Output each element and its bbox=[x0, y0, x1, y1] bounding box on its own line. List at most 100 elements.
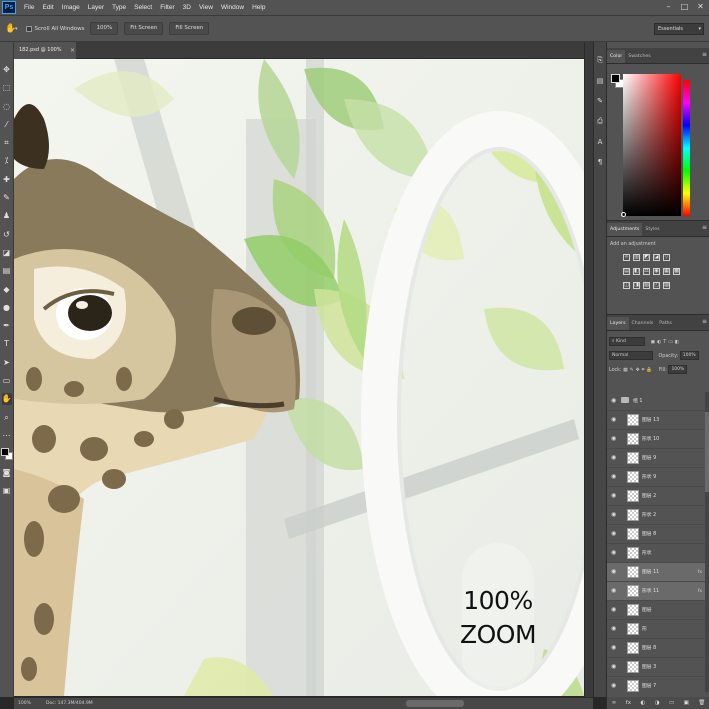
eyedropper-tool-icon[interactable]: ⁒ bbox=[2, 155, 12, 167]
workspace-select[interactable]: Essentials ▾ bbox=[654, 23, 704, 35]
new-group-icon[interactable]: ▭ bbox=[669, 700, 674, 706]
rectangle-tool-icon[interactable]: ▭ bbox=[2, 375, 12, 387]
delete-layer-icon[interactable]: 🗑 bbox=[698, 700, 705, 706]
layer-row[interactable]: ◉ 图层 13 bbox=[607, 411, 709, 430]
menu-layer[interactable]: Layer bbox=[84, 4, 108, 11]
layer-row[interactable]: ◉ 图层 7 bbox=[607, 677, 709, 692]
fill-screen-button[interactable]: Fill Screen bbox=[169, 22, 210, 35]
visibility-eye-icon[interactable]: ◉ bbox=[611, 625, 617, 633]
foreground-background-swatch[interactable] bbox=[0, 448, 13, 461]
history-panel-icon[interactable]: ⎘ bbox=[595, 56, 605, 65]
tab-channels[interactable]: Channels bbox=[629, 317, 657, 330]
visibility-eye-icon[interactable]: ◉ bbox=[611, 644, 617, 652]
layer-filter-select[interactable]: ⌕ Kind bbox=[609, 337, 645, 346]
layer-row[interactable]: ◉ 图层 3 bbox=[607, 658, 709, 677]
menu-view[interactable]: View bbox=[195, 4, 217, 11]
layer-row[interactable]: ◉ 组 1 bbox=[607, 392, 709, 411]
posterize-icon[interactable]: ◨ bbox=[633, 282, 640, 289]
clone-stamp-tool-icon[interactable]: ♟ bbox=[2, 210, 12, 222]
layer-style-icon[interactable]: fx bbox=[626, 700, 631, 706]
zoom-tool-icon[interactable]: ⌕ bbox=[2, 412, 12, 424]
visibility-eye-icon[interactable]: ◉ bbox=[611, 473, 617, 481]
layer-row[interactable]: ◉ 图层 11 fx bbox=[607, 563, 709, 582]
clone-source-panel-icon[interactable]: ⎙ bbox=[595, 117, 605, 126]
lasso-tool-icon[interactable]: ◌ bbox=[2, 101, 12, 113]
blur-tool-icon[interactable]: ◆ bbox=[2, 284, 12, 296]
adjustment-layer-icon[interactable]: ◑ bbox=[655, 700, 660, 706]
panel-menu-icon[interactable]: ≡ bbox=[702, 224, 707, 231]
visibility-eye-icon[interactable]: ◉ bbox=[611, 606, 617, 614]
visibility-eye-icon[interactable]: ◉ bbox=[611, 663, 617, 671]
tab-paths[interactable]: Paths bbox=[656, 317, 675, 330]
brush-panel-icon[interactable]: ✎ bbox=[595, 97, 605, 105]
menu-filter[interactable]: Filter bbox=[156, 4, 178, 11]
gradient-map-icon[interactable]: ▨ bbox=[663, 282, 670, 289]
link-layers-icon[interactable]: ∞ bbox=[612, 700, 617, 706]
hue-saturation-icon[interactable]: ▤ bbox=[623, 268, 630, 275]
menu-window[interactable]: Window bbox=[217, 4, 248, 11]
layer-filter-icons[interactable]: ▣◐T▭◧ bbox=[651, 340, 682, 345]
document-canvas[interactable]: 100% ZOOM bbox=[14, 59, 584, 696]
minimize-button[interactable]: – bbox=[664, 2, 673, 12]
crop-tool-icon[interactable]: ⌗ bbox=[2, 137, 12, 149]
pen-tool-icon[interactable]: ✒ bbox=[2, 320, 12, 332]
eraser-tool-icon[interactable]: ◪ bbox=[2, 247, 12, 259]
gradient-tool-icon[interactable]: ▤ bbox=[2, 265, 12, 277]
visibility-eye-icon[interactable]: ◉ bbox=[611, 682, 617, 690]
menu-select[interactable]: Select bbox=[130, 4, 156, 11]
character-panel-icon[interactable]: A bbox=[595, 138, 605, 146]
close-tab-icon[interactable]: × bbox=[70, 42, 75, 59]
quick-mask-icon[interactable]: ◙ bbox=[2, 467, 12, 479]
healing-brush-tool-icon[interactable]: ✚ bbox=[2, 174, 12, 186]
levels-icon[interactable]: ▥ bbox=[633, 254, 640, 261]
foreground-color[interactable] bbox=[0, 448, 9, 457]
path-select-tool-icon[interactable]: ➤ bbox=[2, 357, 12, 369]
layer-row[interactable]: ◉ 形状 2 bbox=[607, 506, 709, 525]
zoom-100-button[interactable]: 100% bbox=[90, 22, 119, 35]
history-brush-tool-icon[interactable]: ↺ bbox=[2, 229, 12, 241]
tab-layers[interactable]: Layers bbox=[607, 317, 629, 330]
visibility-eye-icon[interactable]: ◉ bbox=[611, 416, 617, 424]
menu-image[interactable]: Image bbox=[58, 4, 84, 11]
status-zoom-level[interactable]: 100% bbox=[18, 698, 31, 709]
move-tool-icon[interactable]: ✥ bbox=[2, 64, 12, 76]
layer-row[interactable]: ◉ 图层 9 bbox=[607, 449, 709, 468]
brightness-contrast-icon[interactable]: ☼ bbox=[623, 254, 630, 261]
menu-file[interactable]: File bbox=[20, 4, 38, 11]
layer-row[interactable]: ◉ 图层 8 bbox=[607, 639, 709, 658]
exposure-icon[interactable]: ◪ bbox=[653, 254, 660, 261]
visibility-eye-icon[interactable]: ◉ bbox=[611, 549, 617, 557]
fit-screen-button[interactable]: Fit Screen bbox=[124, 22, 164, 35]
channel-mixer-icon[interactable]: ▦ bbox=[663, 268, 670, 275]
menu-3d[interactable]: 3D bbox=[179, 4, 195, 11]
fill-input[interactable]: 100% bbox=[668, 365, 688, 374]
black-white-icon[interactable]: ⚖ bbox=[643, 268, 650, 275]
layer-row[interactable]: ◉ 形状 bbox=[607, 544, 709, 563]
close-window-button[interactable]: ✕ bbox=[696, 2, 705, 12]
threshold-icon[interactable]: ▧ bbox=[643, 282, 650, 289]
visibility-eye-icon[interactable]: ◉ bbox=[611, 454, 617, 462]
color-balance-icon[interactable]: ◧ bbox=[633, 268, 640, 275]
brush-tool-icon[interactable]: ✎ bbox=[2, 192, 12, 204]
layer-fx-badge[interactable]: fx bbox=[698, 563, 702, 582]
maximize-button[interactable]: □ bbox=[680, 2, 689, 12]
visibility-eye-icon[interactable]: ◉ bbox=[611, 511, 617, 519]
opacity-input[interactable]: 100% bbox=[679, 351, 699, 360]
menu-edit[interactable]: Edit bbox=[38, 4, 57, 11]
layer-fx-badge[interactable]: fx bbox=[698, 582, 702, 601]
color-lookup-icon[interactable]: ▩ bbox=[673, 268, 680, 275]
visibility-eye-icon[interactable]: ◉ bbox=[611, 587, 617, 595]
type-tool-icon[interactable]: T bbox=[2, 338, 12, 350]
layer-row[interactable]: ◉ 形状 9 bbox=[607, 468, 709, 487]
properties-panel-icon[interactable]: ▤ bbox=[595, 77, 605, 85]
scroll-all-windows-checkbox[interactable]: Scroll All Windows bbox=[25, 25, 84, 32]
menu-help[interactable]: Help bbox=[248, 4, 269, 11]
visibility-eye-icon[interactable]: ◉ bbox=[611, 568, 617, 576]
paragraph-panel-icon[interactable]: ¶ bbox=[595, 158, 605, 166]
layer-row[interactable]: ◉ 图层 8 bbox=[607, 525, 709, 544]
blend-mode-select[interactable]: Normal bbox=[609, 351, 653, 360]
new-layer-icon[interactable]: ▣ bbox=[684, 700, 689, 706]
more-tools-icon[interactable]: ⋯ bbox=[2, 430, 12, 442]
layers-scrollbar-thumb[interactable] bbox=[705, 412, 709, 492]
tab-swatches[interactable]: Swatches bbox=[625, 50, 653, 63]
